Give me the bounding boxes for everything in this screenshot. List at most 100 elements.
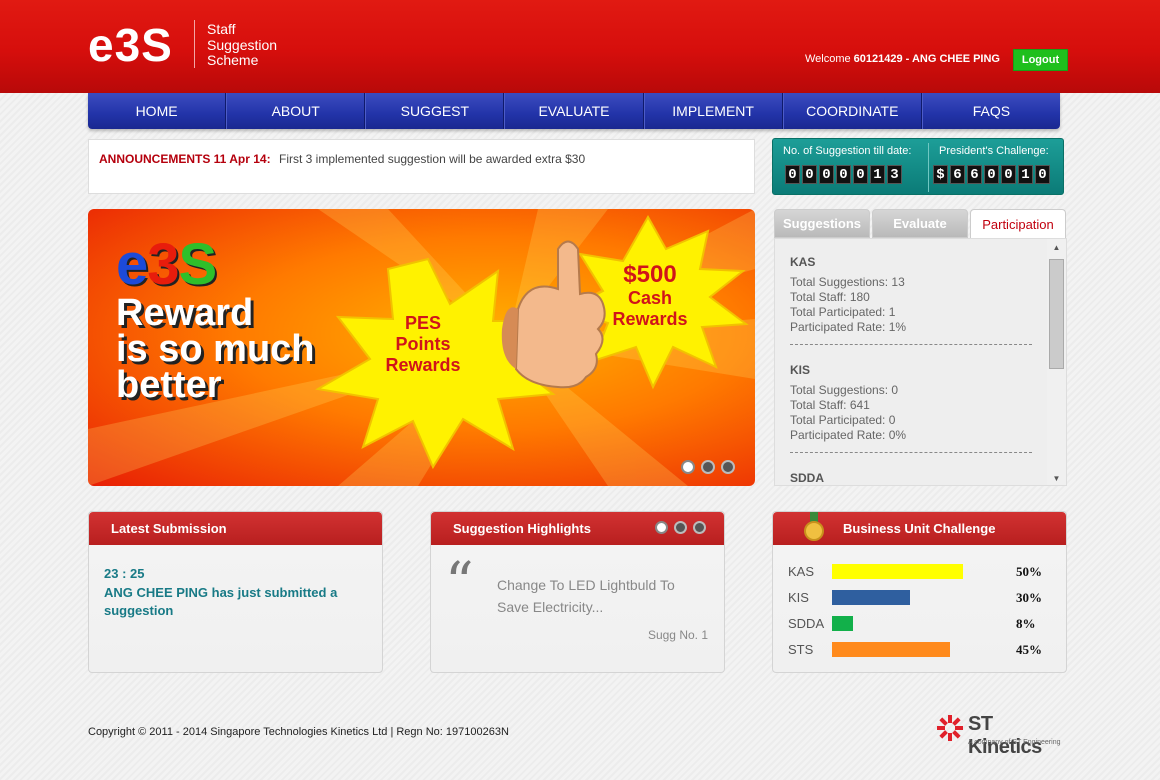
stats-tabs: Suggestions Evaluate Participation <box>774 209 1066 238</box>
counter-digit: 1 <box>1018 165 1033 184</box>
banner-headline-line: Reward <box>116 292 254 334</box>
bu-progress-bar <box>832 642 950 657</box>
banner-dot[interactable] <box>701 460 715 474</box>
bu-row-kas: KAS 50% <box>788 564 1048 580</box>
unit-name: KAS <box>790 255 816 269</box>
counter-digit: 0 <box>1035 165 1050 184</box>
bu-progress-bar <box>832 616 853 631</box>
counter-digit: 0 <box>853 165 868 184</box>
burst-line: Cash <box>627 288 672 308</box>
counter-digit: 0 <box>785 165 800 184</box>
banner-headline: Reward is so much better <box>116 292 416 404</box>
st-kinetics-burst-icon <box>937 715 963 741</box>
bu-row-sdda: SDDA 8% <box>788 616 1048 632</box>
unit-stat: Participated Rate: 0% <box>790 428 907 442</box>
unit-stat: Total Staff: 180 <box>790 290 870 304</box>
highlights-pager <box>655 521 706 534</box>
banner-e3s-logo: e3S <box>116 231 218 298</box>
bu-name: KAS <box>788 564 815 579</box>
latest-submission-box: Latest Submission 23 : 25 ANG CHEE PING … <box>88 511 383 673</box>
nav-about[interactable]: ABOUT <box>226 93 366 129</box>
bu-percent: 50% <box>1016 564 1042 579</box>
challenge-digits: $ 6 6 0 0 1 0 <box>933 165 1050 184</box>
user-name: 60121429 - ANG CHEE PING <box>853 53 1000 65</box>
nav-home[interactable]: HOME <box>88 93 227 129</box>
business-unit-box: Business Unit Challenge KAS 50% KIS 30% SDDA… <box>772 511 1067 673</box>
unit-divider <box>790 344 1032 345</box>
challenge-label: President's Challenge: <box>939 145 1049 157</box>
brand-name: ST Kinetics <box>968 713 1042 758</box>
nav-implement[interactable]: IMPLEMENT <box>643 93 783 129</box>
banner-headline-line: is so much <box>116 328 315 370</box>
suggestion-highlights-box: Suggestion Highlights “ Change To LED Li… <box>430 511 725 673</box>
suggestion-count-label: No. of Suggestion till date: <box>783 145 912 157</box>
participation-unit: KAS Total Suggestions: 13 Total Staff: 1… <box>790 255 1032 345</box>
bu-progress-bar <box>832 564 963 579</box>
burst-line: PES <box>404 313 442 333</box>
welcome-prefix: Welcome <box>804 53 851 65</box>
quote-icon: “ <box>445 551 474 616</box>
banner-letter: S <box>178 232 218 297</box>
counter-digit: 6 <box>967 165 982 184</box>
counter-digit: 0 <box>802 165 817 184</box>
highlight-dot[interactable] <box>674 521 687 534</box>
unit-stat: Total Staff: 641 <box>790 398 870 412</box>
tab-participation[interactable]: Participation <box>970 209 1066 238</box>
scroll-up-icon[interactable]: ▲ <box>1047 243 1066 252</box>
banner-dot[interactable] <box>721 460 735 474</box>
brand-sub: A company of ST Engineering <box>968 739 1061 746</box>
unit-name: KIS <box>790 363 811 377</box>
highlight-text[interactable]: Change To LED Lightbuld To Save Electric… <box>497 574 707 618</box>
scroll-down-icon[interactable]: ▼ <box>1047 474 1066 483</box>
counter-digit: 3 <box>887 165 902 184</box>
banner-letter: 3 <box>147 232 179 297</box>
scroll-thumb[interactable] <box>1049 259 1064 369</box>
app-logo[interactable]: e3S <box>88 20 173 70</box>
highlight-sugg-no: Sugg No. 1 <box>647 628 708 642</box>
tagline-line: Scheme <box>207 52 259 68</box>
welcome-text: Welcome 60121429 - ANG CHEE PING <box>805 53 1000 65</box>
burst-pes-text: PES Points Rewards <box>378 313 468 376</box>
bu-percent: 30% <box>1016 590 1042 605</box>
nav-suggest[interactable]: SUGGEST <box>365 93 505 129</box>
announcement-text[interactable]: First 3 implemented suggestion will be a… <box>279 152 585 166</box>
counter-digit: 0 <box>819 165 834 184</box>
banner-letter: e <box>116 232 148 297</box>
highlight-dot[interactable] <box>655 521 668 534</box>
unit-stat: Total Suggestions: 0 <box>790 383 899 397</box>
counter-digit: 0 <box>984 165 999 184</box>
suggestion-count-digits: 0 0 0 0 0 1 3 <box>785 165 902 184</box>
header: e3S Staff Suggestion Scheme Welcome 6012… <box>0 0 1160 93</box>
burst-line: Rewards <box>612 309 688 329</box>
panel-scrollbar[interactable]: ▲ ▼ <box>1047 239 1066 485</box>
banner-pager <box>681 460 735 474</box>
participation-unit: KIS Total Suggestions: 0 Total Staff: 64… <box>790 363 1032 453</box>
nav-faqs[interactable]: FAQS <box>921 93 1060 129</box>
counter-digit: 0 <box>1001 165 1016 184</box>
participation-panel[interactable]: KAS Total Suggestions: 13 Total Staff: 1… <box>774 238 1067 486</box>
tab-suggestions[interactable]: Suggestions <box>774 209 870 238</box>
bu-progress-bar <box>832 590 910 605</box>
main-nav: HOME ABOUT SUGGEST EVALUATE IMPLEMENT CO… <box>88 93 1060 129</box>
promo-banner[interactable]: e3S Reward is so much better PES Points … <box>88 209 755 486</box>
unit-stat: Total Participated: 0 <box>790 413 896 427</box>
tagline-line: Suggestion <box>207 36 278 53</box>
logout-button[interactable]: Logout <box>1013 49 1068 71</box>
bu-name: KIS <box>788 590 809 605</box>
nav-coordinate[interactable]: COORDINATE <box>782 93 922 129</box>
burst-line: $500 <box>623 261 677 288</box>
suggestion-counter: No. of Suggestion till date: 0 0 0 0 0 1… <box>772 138 1064 195</box>
tab-evaluate[interactable]: Evaluate <box>872 209 968 238</box>
nav-evaluate[interactable]: EVALUATE <box>504 93 644 129</box>
announcement-label: ANNOUNCEMENTS 11 Apr 14: <box>99 152 271 166</box>
highlight-dot[interactable] <box>693 521 706 534</box>
latest-submission-title: Latest Submission <box>89 512 382 545</box>
banner-dot[interactable] <box>681 460 695 474</box>
announcement-bar: ANNOUNCEMENTS 11 Apr 14: First 3 impleme… <box>88 139 755 194</box>
unit-name: SDDA <box>790 471 825 485</box>
burst-cash-text: $500 Cash Rewards <box>608 262 692 330</box>
st-kinetics-logo[interactable]: ST Kinetics A company of ST Engineering <box>936 713 1071 758</box>
submission-text[interactable]: ANG CHEE PING has just submitted a sugge… <box>104 584 364 620</box>
unit-divider <box>790 452 1032 453</box>
submission-time: 23 : 25 <box>104 566 145 581</box>
